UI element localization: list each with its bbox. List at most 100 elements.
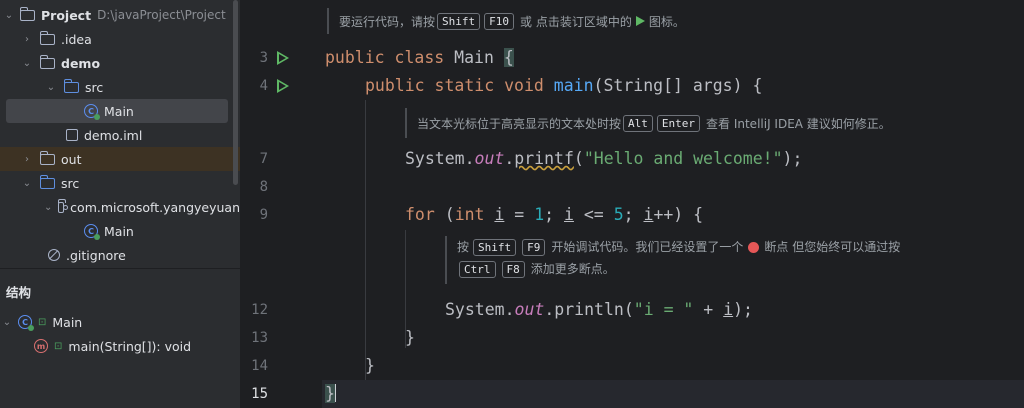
code-token: ; [623,205,644,224]
tree-item-gitignore[interactable]: .gitignore [0,243,240,267]
project-tree: ⌄ Project D:\javaProject\Project › .idea… [0,0,240,268]
tree-item-idea[interactable]: › .idea [0,27,240,51]
code-token: static [434,76,495,95]
tree-item-package[interactable]: ⌄ com.microsoft.yangyeyuan [0,195,240,219]
code-token: "Hello and welcome!" [583,149,783,168]
line-number: 14 [251,358,268,374]
tree-item-src[interactable]: ⌄ src [0,75,240,99]
ignore-file-icon [48,249,60,261]
kbd-f9: F9 [522,238,546,256]
code-token: ++) { [653,205,704,224]
tree-item-main-2[interactable]: C Main [0,219,240,243]
code-token: public [365,76,425,95]
doc-text: 断点 但您始终可以通过按 [764,240,901,254]
code-token: ( [573,149,584,168]
tree-item-label: src [85,79,104,95]
code-token: i [564,205,574,224]
code-token: Main [444,48,504,67]
tree-item-label: out [61,151,82,167]
tree-root[interactable]: ⌄ Project D:\javaProject\Project [0,3,240,27]
tree-item-out[interactable]: › out [0,147,240,171]
structure-method-label: main(String[]): void [68,338,192,354]
run-icon[interactable] [277,79,289,93]
code-token: System. [445,300,515,319]
line-number: 12 [251,302,268,318]
folder-icon [39,150,55,165]
code-line-12[interactable]: System.out.println("i = " + i); [445,300,753,319]
doc-text: 按 [457,240,470,254]
current-line-highlight [322,380,1024,408]
code-token: 5 [613,205,624,224]
tree-root-path: D:\javaProject\Project [97,8,226,22]
source-folder-icon [63,78,79,93]
chevron-right-icon[interactable]: › [20,154,34,165]
doc-comment-run: 要运行代码，请按 Shift F10 或 点击装订区域中的 图标。 [327,8,685,34]
code-token: "i = " [633,300,694,319]
code-line-15[interactable]: } [325,384,337,403]
chevron-down-icon[interactable]: ⌄ [20,58,34,69]
tree-item-label: .gitignore [66,247,126,263]
line-number: 15 [251,386,268,402]
chevron-right-icon[interactable]: › [20,34,34,45]
code-token: int [454,205,485,224]
project-scrollbar[interactable] [233,0,238,185]
structure-method-main[interactable]: m ⊡ main(String[]): void [0,334,240,358]
tree-item-label: demo [61,55,101,71]
tree-item-label: demo.iml [84,127,143,143]
kbd-enter: Enter [656,114,701,132]
code-token: i [723,300,734,319]
code-token: .println( [544,300,634,319]
run-gutter-icon [635,16,645,26]
code-token: = [504,205,535,224]
package-icon [58,198,69,213]
panel-divider[interactable] [0,268,240,269]
public-icon: ⊡ [38,316,47,328]
kbd-ctrl: Ctrl [459,260,496,278]
kbd-shift: Shift [437,12,481,30]
doc-text: 添加更多断点。 [530,262,615,276]
class-icon: C [18,315,34,331]
code-line-14[interactable]: } [365,356,375,375]
doc-comment-fix: 当文本光标位于高亮显示的文本处时按 Alt Enter 查看 IntelliJ … [405,108,891,138]
module-file-icon [66,129,78,141]
tree-item-demo-iml[interactable]: demo.iml [0,123,240,147]
tree-item-label: Main [104,223,134,239]
source-folder-icon [39,174,55,189]
line-number: 7 [259,151,268,167]
chevron-down-icon[interactable]: ⌄ [44,82,58,93]
code-token: printf [514,149,574,168]
code-line-3[interactable]: public class Main { [325,48,514,67]
code-token: } [325,384,335,403]
code-token: { [503,48,514,67]
line-number: 4 [259,78,268,94]
code-line-13[interactable]: } [405,328,415,347]
code-token: i [494,205,505,224]
code-line-7[interactable]: System.out.printf("Hello and welcome!"); [405,149,802,168]
code-token: ); [733,300,753,319]
chevron-down-icon[interactable]: ⌄ [20,178,34,189]
chevron-down-icon[interactable]: ⌄ [0,317,14,328]
code-token: public [325,48,385,67]
code-line-4[interactable]: public static void main(String[] args) { [365,76,762,95]
class-icon: C [84,224,100,240]
code-token: class [394,48,445,67]
folder-icon [39,30,55,45]
line-number: 8 [259,179,268,195]
run-icon[interactable] [277,51,289,65]
chevron-down-icon[interactable]: ⌄ [2,10,16,21]
tree-item-label: src [61,175,80,191]
kbd-f8: F8 [501,260,525,278]
tree-item-main[interactable]: C Main [6,99,228,123]
code-token: . [504,149,515,168]
code-line-9[interactable]: for (int i = 1; i <= 5; i++) { [405,205,703,224]
structure-class-main[interactable]: ⌄ C ⊡ Main [0,310,240,334]
kbd-f10: F10 [484,12,515,30]
structure-class-label: Main [52,314,83,330]
tree-item-src-root[interactable]: ⌄ src [0,171,240,195]
public-icon: ⊡ [54,340,63,352]
chevron-down-icon[interactable]: ⌄ [44,202,52,213]
tree-item-demo[interactable]: ⌄ demo [0,51,240,75]
code-token: out [514,300,545,319]
code-token: System. [405,149,475,168]
text-cursor [334,384,337,402]
